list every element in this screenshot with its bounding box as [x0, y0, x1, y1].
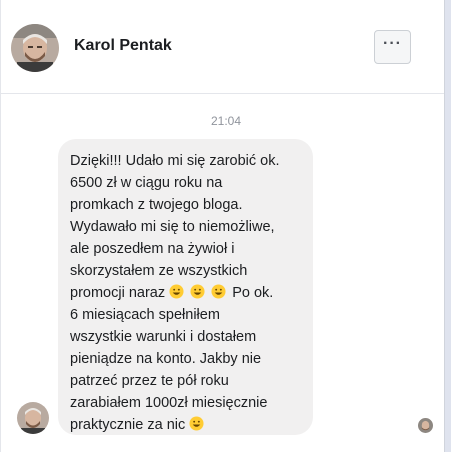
message-line: ale poszedłem na żywioł i — [70, 241, 235, 257]
message-text: praktycznie za nic — [70, 417, 186, 433]
window-edge — [444, 0, 451, 452]
message-timestamp: 21:04 — [210, 114, 242, 128]
contact-name[interactable]: Karol Pentak — [74, 37, 172, 55]
contact-avatar[interactable] — [11, 24, 59, 72]
message-bubble[interactable]: Dzięki!!! Udało mi się zarobić ok. 6500 … — [58, 139, 313, 435]
grinning-face-emoji-icon — [190, 284, 205, 299]
message-line: 6 miesiącach spełniłem — [70, 307, 220, 323]
message-line-with-emoji: promocji naraz Po ok. — [70, 282, 303, 304]
sender-avatar[interactable] — [17, 402, 49, 434]
message-line: Dzięki!!! Udało mi się zarobić ok. — [70, 153, 280, 169]
grinning-face-emoji-icon — [211, 284, 226, 299]
message-line: wszystkie warunki i dostałem — [70, 329, 257, 345]
message-line: promkach z twojego bloga. — [70, 197, 243, 213]
conversation-header: Karol Pentak ··· — [1, 0, 445, 94]
chat-window: Karol Pentak ··· 21:04 Dzięki!!! Udało m… — [0, 0, 445, 452]
grinning-face-emoji-icon — [169, 284, 184, 299]
message-text: Po ok. — [232, 285, 274, 301]
message-line: pieniądze na konto. Jakby nie — [70, 351, 262, 367]
message-line: Wydawało mi się to niemożliwe, — [70, 219, 275, 235]
message-line: skorzystałem ze wszystkich — [70, 263, 248, 279]
seen-indicator-avatar — [418, 418, 433, 433]
message-line-with-emoji: praktycznie za nic — [70, 414, 303, 436]
message-line: patrzeć przez te pół roku — [70, 373, 229, 389]
more-options-icon: ··· — [383, 35, 402, 52]
message-line: 6500 zł w ciągu roku na — [70, 175, 223, 191]
message-text: promocji naraz — [70, 285, 166, 301]
more-options-button[interactable]: ··· — [374, 30, 411, 64]
grinning-face-emoji-icon — [189, 416, 204, 431]
message-line: zarabiałem 1000zł miesięcznie — [70, 395, 268, 411]
